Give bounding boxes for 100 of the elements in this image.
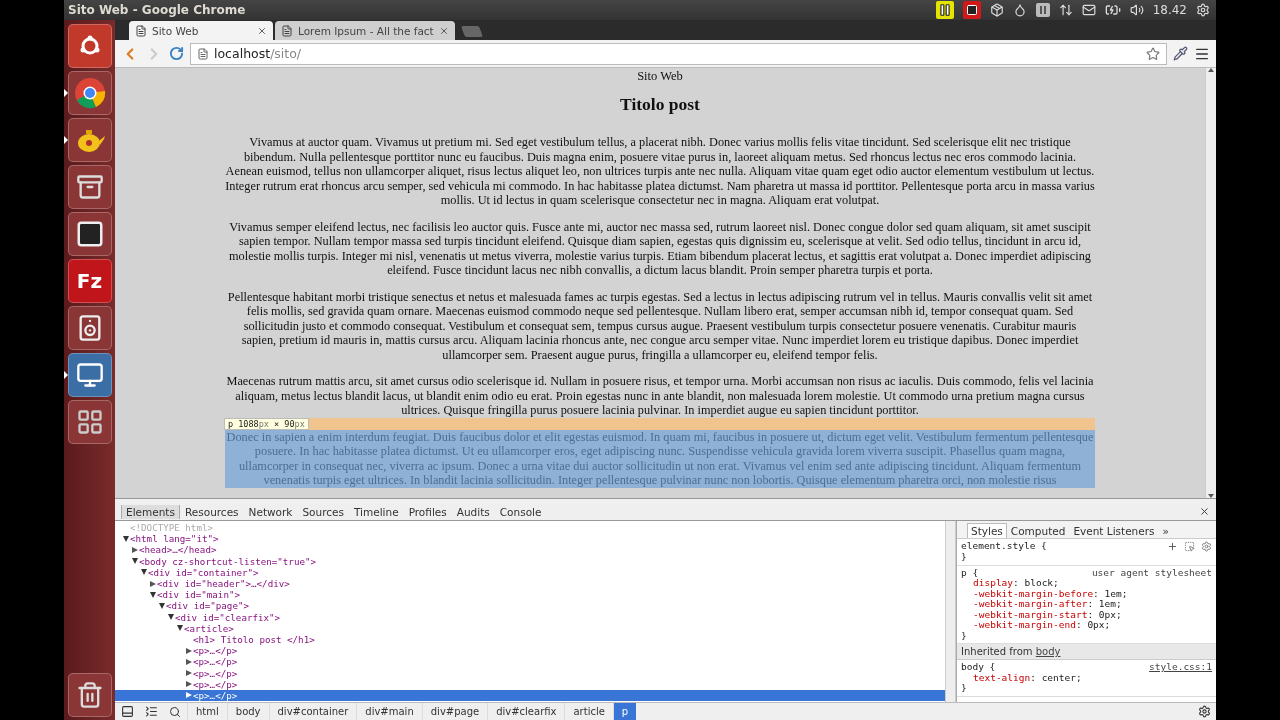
resize-handle[interactable]	[115, 498, 1216, 503]
stop-icon[interactable]	[965, 4, 978, 16]
dom-node[interactable]: <article>	[115, 622, 945, 634]
devtools-tab[interactable]: Timeline	[348, 504, 404, 519]
scrollbar[interactable]	[945, 521, 956, 702]
launcher-button[interactable]	[67, 165, 112, 209]
element-select-icon[interactable]	[1184, 541, 1195, 552]
pause-icon[interactable]	[937, 3, 952, 17]
browser-tab[interactable]: Sito Web	[129, 21, 273, 40]
address-bar[interactable]: localhost/sito/	[190, 42, 1167, 65]
breadcrumb[interactable]: body	[226, 702, 269, 720]
breadcrumb[interactable]: article	[564, 702, 613, 720]
size-tooltip: p 1088px × 90px	[224, 417, 309, 430]
dom-node[interactable]: <head>…</head>	[115, 544, 945, 556]
volume-icon[interactable]	[1129, 3, 1144, 17]
reload-button[interactable]	[169, 46, 184, 61]
drop-icon[interactable]	[1012, 3, 1027, 17]
new-tab-button[interactable]	[460, 26, 483, 37]
dom-node[interactable]: <div id="header">…</div>	[115, 577, 945, 590]
launcher-button[interactable]	[67, 212, 112, 256]
devtools-tab[interactable]: Elements	[121, 504, 180, 519]
close-icon[interactable]	[438, 25, 449, 36]
dom-node[interactable]: <p>…</p>	[115, 645, 945, 657]
page-icon	[135, 24, 147, 37]
dom-node[interactable]: <p>…</p>	[115, 689, 945, 701]
devtools-tab[interactable]: Profiles	[403, 504, 452, 519]
launcher-button[interactable]	[67, 24, 112, 68]
launcher-button[interactable]: Fz	[67, 259, 112, 303]
devtools-tab[interactable]: Resources	[179, 504, 244, 519]
cabinet-icon	[75, 173, 104, 201]
close-icon[interactable]	[257, 25, 267, 36]
trash-icon	[75, 681, 104, 709]
source-link[interactable]: style.css:1	[1149, 662, 1212, 673]
expanded-triangle-icon[interactable]	[122, 535, 129, 542]
launcher-button[interactable]	[67, 673, 112, 717]
dom-node[interactable]: <p>…</p>	[115, 667, 945, 679]
breadcrumb[interactable]: div#container	[268, 702, 357, 720]
inherited-link[interactable]: body	[1035, 646, 1061, 657]
css-property: -webkit-margin-before: 1em;	[972, 588, 1129, 599]
breadcrumb[interactable]: p	[612, 702, 637, 720]
paragraph: Pellentesque habitant morbi tristique senectus et netus et malesuada fames ac turpis egestas. Sed a lectus in lectus adipiscing rutrum vel in tellus. Mauris convallis velit sit amet felis mollis, sed gravida quam ornare. Maecenas euismod commodo neque sed pellentesque. Nullam libero erat, semper accumsan nibh id, tempor consequat quam. Sed sollicitudin justo et commodo consequat. Vestibulum et consequat sem, tempus cursus augue. Praesent vestibulum turpis consectetur posuere venenatis. Curabitur mauris sapien, pretium id mauris in, mattis cursus arcu. Aliquam lacinia rhoncus ante, nec congue arcu semper vitae. Nunc imperdiet lorem eu tristique dapibus. Donec imperdiet ullamcorper sem. Praesent augue purus, fringilla a ullamcorper eu, eleifend tempor felis.	[226, 289, 1094, 362]
clock[interactable]: 18.42	[1152, 3, 1187, 17]
closing-brace: }	[961, 551, 967, 562]
breadcrumb[interactable]: div#main	[356, 702, 422, 720]
styles-tab[interactable]: Styles	[967, 523, 1007, 538]
paragraph: Vivamus at auctor quam. Vivamus ut pretium mi. Sed eget vestibulum tellus, a placerat nibh. Donec varius mollis felis vitae tincidunt. Sed scelerisque elit nec tristique bibendum. Nulla pellentesque porttitor nunc eu faucibus. Duis magna enim, posuere vitae purus in, laoreet aliquam metus. Sed rhoncus lectus nec eros commodo lacinia. Aenean euismod, tellus non ullamcorper aliquet, risus lectus aliquet leo, non ultrices turpis ante nec nulla. Aliquam vitae quam eget odio auctor elementum vestibulum ut lectus. Integer rutrum erat rhoncus arcu semper, sed vehicula mi commodo. In hac habitasse platea dictumst. Nam pharetra ut massa id porttitor. Pellentesque porta arcu in massa varius mollis. Ut id lectus in quam scelerisque consectetur nec in magna. Aliquam erat volutpat.	[225, 135, 1095, 208]
breadcrumb[interactable]: div#clearfix	[487, 702, 565, 720]
paragraph: Maecenas rutrum mattis arcu, sit amet cursus odio scelerisque id. Nullam in posuere risus, et tempor urna. Morbi accumsan non risus ac iaculis. Duis commodo, felis vel lacinia aliquam, metus lectus blandit lacus, ut blandit enim odio eu erat. Proin egestas nunc in ante blandit, non malesuada lorem molestie. Ut commodo urna pretium magna cursus ultrices. Quisque fringilla purus posuere lacinia pulvinar. In imperdiet augue eu sapien tincidunt porttitor.	[225, 374, 1095, 418]
browser-icon	[73, 77, 106, 109]
dom-node[interactable]: <p>…</p>	[115, 656, 945, 668]
collapsed-triangle-icon[interactable]	[131, 546, 138, 553]
dom-node[interactable]: <div id="container">	[115, 566, 945, 578]
launcher-button[interactable]	[67, 353, 112, 397]
network-arrows-icon[interactable]	[1058, 3, 1073, 17]
launcher-button[interactable]	[67, 118, 112, 162]
package-icon[interactable]	[989, 3, 1004, 17]
url-path: /sito/	[270, 46, 302, 61]
scrollbar[interactable]	[1205, 68, 1216, 498]
css-selector: element.style {	[961, 541, 1048, 552]
browser-tab[interactable]: Lorem Ipsum - All the fact	[275, 21, 455, 40]
styles-tab[interactable]: »	[1158, 523, 1173, 538]
url-host: localhost	[214, 46, 271, 61]
star-icon[interactable]	[1146, 46, 1160, 61]
add-icon[interactable]	[1167, 541, 1178, 552]
reload-icon	[169, 46, 184, 61]
eyedropper-button[interactable]	[1173, 46, 1188, 61]
dom-node[interactable]: <div id="page">	[115, 600, 945, 612]
page-icon	[197, 47, 209, 60]
dom-node[interactable]: <div id="clearfix">	[115, 611, 945, 623]
envelope-icon[interactable]	[1081, 3, 1096, 17]
dom-node[interactable]: <h1> Titolo post </h1>	[115, 633, 945, 646]
launcher-button[interactable]	[67, 71, 112, 115]
styles-tab[interactable]: Computed	[1006, 523, 1070, 538]
css-selector: p {	[961, 567, 980, 578]
breadcrumb[interactable]: div#page	[421, 702, 488, 720]
devtools-tab[interactable]: Sources	[297, 504, 349, 519]
dom-node[interactable]: <body cz-shortcut-listen="true">	[115, 555, 945, 567]
devtools-tab[interactable]: Network	[243, 504, 298, 519]
page-icon	[281, 24, 293, 37]
css-property: text-align: center;	[973, 672, 1083, 683]
dom-node[interactable]: <div id="main">	[115, 589, 945, 601]
launcher-button[interactable]	[67, 306, 112, 350]
closing-brace: }	[961, 629, 967, 641]
devtools-tab[interactable]: Console	[494, 504, 547, 519]
closing-brace: }	[961, 682, 967, 693]
css-selector: body {	[961, 662, 997, 673]
collapsed-triangle-icon[interactable]	[149, 580, 156, 587]
rule-origin: user agent stylesheet	[1091, 567, 1212, 578]
breadcrumb[interactable]: html	[187, 702, 227, 720]
eyedropper-icon	[1173, 46, 1188, 61]
launcher-button[interactable]	[67, 400, 112, 444]
close-button[interactable]	[1199, 506, 1210, 517]
devtools-tab[interactable]: Audits	[451, 504, 495, 519]
dock-icon	[120, 705, 134, 718]
dom-node[interactable]: <html lang="it">	[115, 533, 945, 545]
styles-tab[interactable]: Event Listeners	[1069, 523, 1159, 538]
battery-icon[interactable]	[1104, 2, 1121, 18]
close-icon	[1199, 506, 1210, 517]
settings-icon	[1197, 705, 1211, 718]
css-property: display: block;	[972, 578, 1060, 589]
